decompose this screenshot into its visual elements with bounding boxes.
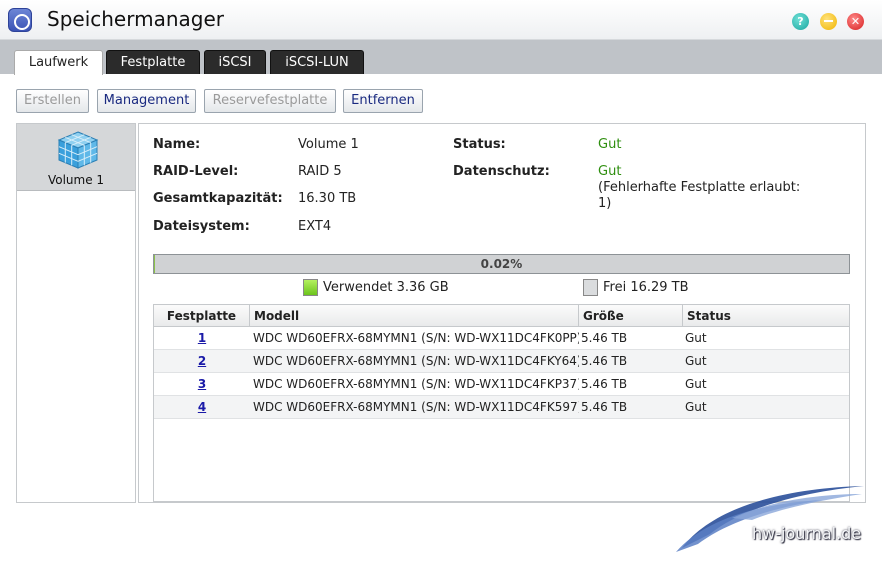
disk-number-cell: 4: [154, 396, 250, 419]
table-row[interactable]: 2 WDC WD60EFRX-68MYMN1 (S/N: WD-WX11DC4F…: [154, 350, 849, 373]
data-protection-note: (Fehlerhafte Festplatte erlaubt: 1): [598, 180, 801, 211]
status-cell: Gut: [685, 377, 707, 391]
volume-list-item[interactable]: Volume 1: [17, 124, 135, 191]
status-cell: Gut: [685, 331, 707, 345]
column-header-disk[interactable]: Festplatte: [154, 305, 250, 327]
disk-link[interactable]: 2: [198, 354, 206, 368]
disk-number-cell: 3: [154, 373, 250, 396]
status-label: Status:: [453, 137, 506, 152]
spare-disk-button[interactable]: Reservefestplatte: [204, 89, 336, 113]
free-legend-swatch: [583, 279, 598, 296]
usage-percent: 0.02%: [480, 257, 523, 271]
help-button[interactable]: ?: [792, 13, 809, 30]
tab-festplatte[interactable]: Festplatte: [106, 50, 200, 74]
disk-number-cell: 1: [154, 327, 250, 350]
window-title: Speichermanager: [47, 7, 224, 31]
capacity-label: Gesamtkapazität:: [153, 191, 283, 206]
close-button[interactable]: ✕: [847, 13, 864, 30]
tab-iscsi-lun[interactable]: iSCSI-LUN: [270, 50, 364, 74]
tab-laufwerk[interactable]: Laufwerk: [14, 50, 103, 75]
name-value: Volume 1: [298, 137, 359, 152]
remove-button[interactable]: Entfernen: [343, 89, 423, 113]
column-header-size[interactable]: Größe: [579, 305, 683, 327]
raid-level-label: RAID-Level:: [153, 164, 239, 179]
minimize-button[interactable]: [820, 13, 837, 30]
table-row[interactable]: 3 WDC WD60EFRX-68MYMN1 (S/N: WD-WX11DC4F…: [154, 373, 849, 396]
table-row[interactable]: 1 WDC WD60EFRX-68MYMN1 (S/N: WD-WX11DC4F…: [154, 327, 849, 350]
watermark-text: hw-journal.de: [752, 524, 862, 543]
used-legend-swatch: [303, 279, 318, 296]
size-cell: 5.46 TB: [581, 377, 628, 391]
capacity-value: 16.30 TB: [298, 191, 357, 206]
size-cell: 5.46 TB: [581, 400, 628, 414]
data-protection-label: Datenschutz:: [453, 164, 550, 179]
disk-link[interactable]: 4: [198, 400, 206, 414]
disk-table: Festplatte Modell Größe Status 1 WDC WD6…: [153, 304, 850, 502]
column-header-status[interactable]: Status: [683, 305, 849, 327]
model-cell: WDC WD60EFRX-68MYMN1 (S/N: WD-WX11DC4FKY…: [253, 354, 579, 368]
status-cell: Gut: [685, 400, 707, 414]
filesystem-label: Dateisystem:: [153, 219, 250, 234]
disk-number-cell: 2: [154, 350, 250, 373]
column-header-model[interactable]: Modell: [250, 305, 579, 327]
table-header: Festplatte Modell Größe Status: [154, 305, 849, 327]
used-legend-label: Verwendet 3.36 GB: [323, 280, 449, 295]
title-bar: Speichermanager ? ✕: [0, 0, 882, 40]
filesystem-value: EXT4: [298, 219, 332, 234]
minimize-icon: [824, 20, 833, 22]
volume-list: Volume 1: [16, 123, 136, 503]
size-cell: 5.46 TB: [581, 354, 628, 368]
status-value: Gut: [598, 137, 622, 152]
tab-bar: Laufwerk Festplatte iSCSI iSCSI-LUN: [0, 40, 882, 75]
status-cell: Gut: [685, 354, 707, 368]
model-cell: WDC WD60EFRX-68MYMN1 (S/N: WD-WX11DC4FK5…: [253, 400, 579, 414]
table-row[interactable]: 4 WDC WD60EFRX-68MYMN1 (S/N: WD-WX11DC4F…: [154, 396, 849, 419]
size-cell: 5.46 TB: [581, 331, 628, 345]
free-legend-label: Frei 16.29 TB: [603, 280, 689, 295]
storage-manager-app-icon: [8, 8, 32, 32]
cube-icon: [57, 131, 99, 169]
model-cell: WDC WD60EFRX-68MYMN1 (S/N: WD-WX11DC4FK0…: [253, 331, 579, 345]
tab-iscsi[interactable]: iSCSI: [204, 50, 266, 74]
disk-link[interactable]: 1: [198, 331, 206, 345]
usage-progress-bar: 0.02%: [153, 254, 850, 274]
management-button[interactable]: Management: [97, 89, 196, 113]
disk-link[interactable]: 3: [198, 377, 206, 391]
model-cell: WDC WD60EFRX-68MYMN1 (S/N: WD-WX11DC4FKP…: [253, 377, 579, 391]
volume-label: Volume 1: [47, 173, 105, 187]
data-protection-value: Gut: [598, 164, 622, 179]
name-label: Name:: [153, 137, 201, 152]
create-button[interactable]: Erstellen: [16, 89, 89, 113]
raid-level-value: RAID 5: [298, 164, 342, 179]
